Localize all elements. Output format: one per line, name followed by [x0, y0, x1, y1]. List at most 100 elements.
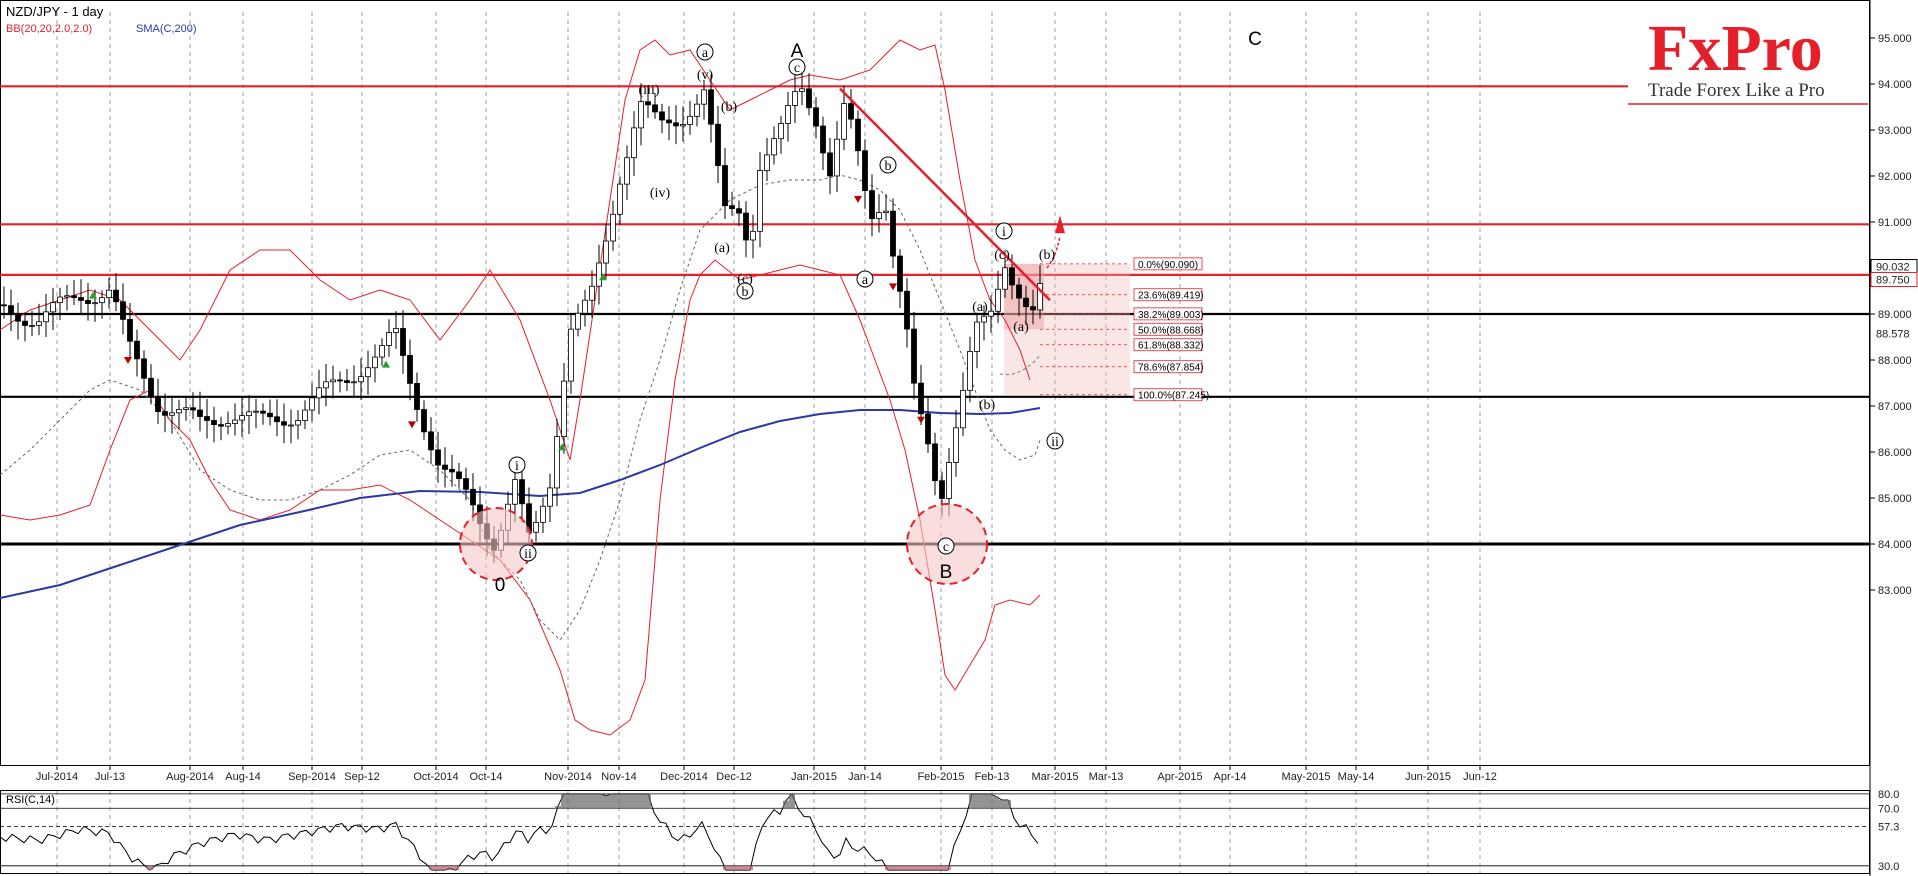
time-axis: Jul-2014 Jul-13 Aug-2014 Aug-14 Sep-2014 Sep-…: [36, 765, 1497, 783]
candle-up: [638, 101, 644, 129]
fib-label: 50.0%(88.668): [1138, 325, 1204, 336]
x-tick-label: Nov-14: [601, 771, 636, 783]
candle-up: [960, 389, 966, 429]
candle-up: [974, 321, 980, 352]
wave-label: (b): [1039, 248, 1056, 263]
candle-down: [120, 301, 126, 320]
candle-up: [330, 379, 336, 383]
signal-arrow: [124, 357, 132, 364]
candle-up: [799, 88, 805, 92]
candle-up: [1002, 267, 1008, 290]
rsi-tick-label: 70.0: [1878, 803, 1899, 815]
price-label: 89.750: [1876, 275, 1910, 287]
candle-up: [36, 321, 42, 326]
candle-down: [729, 205, 735, 210]
candle-up: [701, 89, 707, 105]
wave-label: (c): [994, 248, 1010, 263]
candle-down: [736, 208, 742, 214]
candle-down: [449, 468, 455, 473]
candle-up: [295, 420, 301, 426]
candle-down: [400, 328, 406, 356]
candle-up: [512, 479, 518, 505]
wave-label: c: [794, 61, 800, 76]
signal-arrow: [408, 421, 416, 429]
candle-up: [239, 415, 245, 421]
candle-down: [421, 409, 427, 433]
candle-down: [652, 104, 658, 113]
fib-label: 78.6%(87.854): [1138, 363, 1204, 374]
candle-up: [596, 262, 602, 287]
candle-down: [8, 305, 14, 315]
candle-up: [995, 288, 1001, 312]
candle-down: [414, 383, 420, 410]
y-tick-label: 83.000: [1878, 585, 1912, 597]
candle-down: [218, 424, 224, 427]
chart-canvas: 0.0%(90.090) 23.6%(89.419) 38.2%(89.003) 50…: [0, 0, 1918, 876]
fxpro-logo: FxPro Trade Forex Like a Pro: [1628, 12, 1868, 105]
candle-up: [603, 240, 609, 264]
candle-down: [281, 421, 287, 426]
rsi-tick-label: 57.3: [1878, 822, 1899, 834]
candle-down: [15, 313, 21, 322]
x-tick-label: Jan-14: [848, 771, 882, 783]
candle-down: [659, 111, 665, 121]
rsi-label: RSI(C,14): [6, 794, 55, 806]
candle-down: [827, 152, 833, 177]
candle-up: [981, 315, 987, 323]
x-tick-label: Aug-14: [225, 771, 260, 783]
signal-arrow: [889, 283, 897, 291]
candle-down: [344, 380, 350, 384]
x-tick-label: Sep-12: [344, 771, 379, 783]
candle-up: [183, 407, 189, 410]
candle-down: [407, 355, 413, 384]
wave-label: (b): [979, 398, 996, 413]
candle-up: [617, 183, 623, 215]
candle-down: [211, 420, 217, 425]
x-tick-label: May-2015: [1282, 771, 1331, 783]
x-tick-label: Feb-2015: [917, 771, 964, 783]
candle-up: [253, 410, 259, 413]
candle-down: [869, 190, 875, 220]
candle-down: [813, 107, 819, 127]
wave-label: (a): [972, 300, 988, 315]
fibonacci-zone: 0.0%(90.090) 23.6%(89.419) 38.2%(89.003) 50…: [1004, 257, 1209, 402]
x-tick-label: Mar-13: [1089, 771, 1124, 783]
candle-down: [1, 304, 7, 307]
candle-down: [645, 101, 651, 106]
wave-label: (iv): [650, 186, 671, 201]
x-tick-label: Dec-2014: [660, 771, 708, 783]
rsi-tick-label: 80.0: [1878, 789, 1899, 801]
candle-down: [456, 471, 462, 480]
fib-label: 0.0%(90.090): [1138, 260, 1198, 271]
candle-down: [820, 125, 826, 154]
wave-label: a: [702, 46, 709, 61]
candle-up: [57, 296, 63, 304]
candle-up: [393, 328, 399, 333]
y-tick-label: 88.000: [1878, 355, 1912, 367]
candle-down: [260, 410, 266, 414]
x-tick-label: Apr-2015: [1157, 771, 1202, 783]
x-tick-label: Oct-14: [469, 771, 502, 783]
candle-down: [1030, 306, 1036, 311]
candle-up: [225, 423, 231, 427]
candle-down: [22, 320, 28, 326]
wave-label: ii: [1051, 435, 1059, 450]
price-label: 88.578: [1876, 328, 1910, 340]
wave-label: a: [862, 273, 869, 288]
candle-up: [834, 138, 840, 177]
y-tick-label: 89.000: [1878, 309, 1912, 321]
candle-down: [113, 289, 119, 303]
signal-arrow: [917, 416, 925, 424]
wave-label: i: [1002, 225, 1006, 240]
candle-up: [176, 409, 182, 414]
y-tick-label: 95.000: [1878, 33, 1912, 45]
candle-up: [43, 311, 49, 323]
candle-up: [316, 387, 322, 399]
x-tick-label: Dec-12: [716, 771, 751, 783]
wave-label: B: [940, 562, 953, 583]
candle-down: [197, 409, 203, 417]
candle-down: [141, 358, 147, 379]
candle-up: [365, 367, 371, 378]
candle-down: [904, 290, 910, 330]
candle-up: [876, 212, 882, 220]
